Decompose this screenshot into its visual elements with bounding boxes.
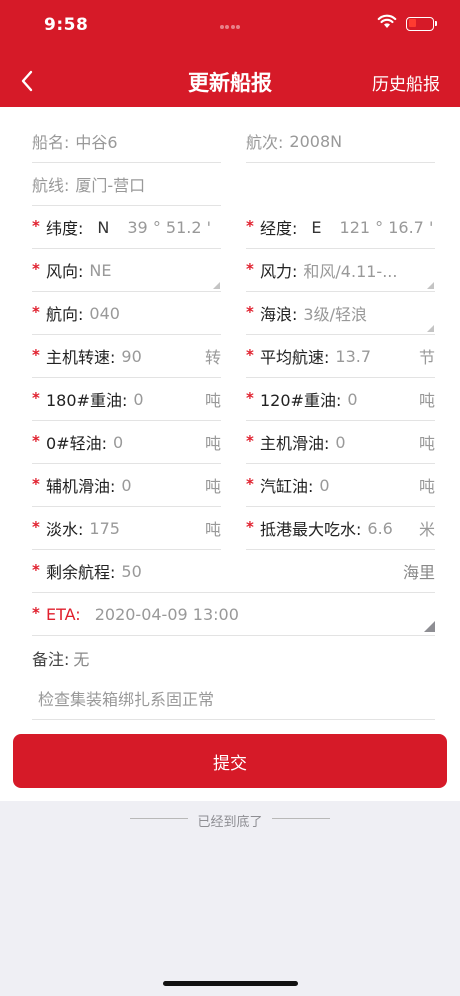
- dropdown-corner-icon: [427, 282, 434, 289]
- voyage-field: 航次: 2008N: [246, 120, 435, 163]
- waves-select[interactable]: 海浪: 3级/轻浪: [246, 292, 435, 335]
- longitude-direction[interactable]: E: [311, 218, 321, 237]
- engine-rpm-field[interactable]: 主机转速: 90 转: [32, 335, 221, 378]
- latitude-field[interactable]: 纬度: N 39 ° 51.2 ': [32, 206, 221, 249]
- main-lube-field[interactable]: 主机滑油: 0 吨: [246, 421, 435, 464]
- battery-icon: [406, 16, 437, 31]
- aux-lube-field[interactable]: 辅机滑油: 0 吨: [32, 464, 221, 507]
- fresh-water-field[interactable]: 淡水: 175 吨: [32, 507, 221, 550]
- history-report-link[interactable]: 历史船报: [372, 70, 440, 95]
- dropdown-corner-icon: [213, 282, 220, 289]
- longitude-value[interactable]: 121 ° 16.7 ': [340, 218, 435, 237]
- wind-force-select[interactable]: 风力: 和风/4.11-...: [246, 249, 435, 292]
- remaining-distance-field[interactable]: 剩余航程: 50 海里: [32, 550, 435, 593]
- header-bar: 9:58 更新船报 历史船报: [0, 0, 460, 107]
- ship-report-form: 船名: 中谷6 航次: 2008N 航线: 厦门-营口 * 纬度: N 39 °…: [0, 107, 460, 801]
- ship-name-field: 船名: 中谷6: [32, 120, 221, 163]
- heading-field[interactable]: 航向: 040: [32, 292, 221, 335]
- end-of-list-text: 已经到底了: [197, 815, 263, 830]
- wifi-icon: [377, 14, 397, 33]
- status-icons: [377, 14, 437, 33]
- dropdown-corner-icon: [427, 325, 434, 332]
- cylinder-oil-field[interactable]: 汽缸油: 0 吨: [246, 464, 435, 507]
- heavy-oil-180-field[interactable]: 180#重油: 0 吨: [32, 378, 221, 421]
- status-time: 9:58: [44, 15, 89, 35]
- route-field: 航线: 厦门-营口: [32, 163, 221, 206]
- home-indicator: [163, 981, 298, 986]
- note-textarea[interactable]: 检查集装箱绑扎系固正常: [32, 677, 435, 720]
- status-dots: [220, 25, 240, 29]
- eta-picker[interactable]: ETA: 2020-04-09 13:00: [32, 593, 435, 636]
- heavy-oil-120-field[interactable]: 120#重油: 0 吨: [246, 378, 435, 421]
- max-draft-field[interactable]: 抵港最大吃水: 6.6 米: [246, 507, 435, 550]
- footer-divider: [272, 818, 330, 819]
- wind-direction-select[interactable]: 风向: NE: [32, 249, 221, 292]
- remark-field[interactable]: 备注: 无: [32, 636, 435, 679]
- latitude-direction[interactable]: N: [97, 218, 109, 237]
- dropdown-corner-icon: [424, 621, 435, 632]
- submit-button[interactable]: 提交: [13, 734, 447, 788]
- avg-speed-field[interactable]: 平均航速: 13.7 节: [246, 335, 435, 378]
- latitude-value[interactable]: 39 ° 51.2 ': [127, 218, 221, 237]
- longitude-field[interactable]: 经度: E 121 ° 16.7 ': [246, 206, 435, 249]
- light-oil-0-field[interactable]: 0#轻油: 0 吨: [32, 421, 221, 464]
